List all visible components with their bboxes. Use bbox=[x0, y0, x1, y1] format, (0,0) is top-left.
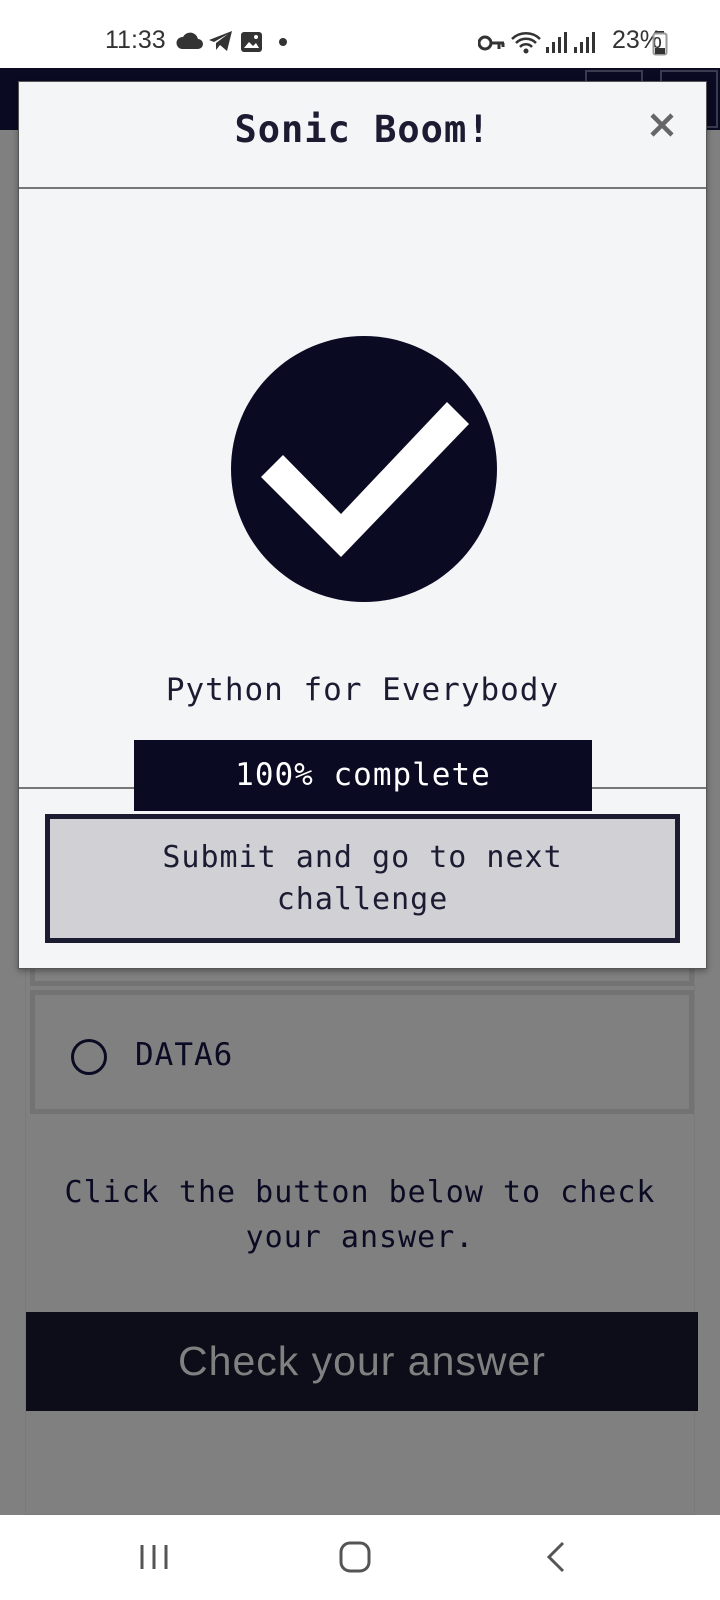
modal-title: Sonic Boom! bbox=[234, 108, 491, 151]
dot-icon bbox=[279, 38, 287, 46]
answer-option[interactable]: DATA6 bbox=[30, 990, 694, 1114]
navigation-bar bbox=[0, 1515, 720, 1600]
cloud-icon bbox=[176, 32, 203, 49]
course-name: Python for Everybody bbox=[165, 672, 560, 708]
recent-apps-icon[interactable] bbox=[133, 1535, 177, 1579]
modal-header: Sonic Boom! bbox=[19, 82, 706, 189]
instruction-text: Click the button below to check your ans… bbox=[64, 1175, 656, 1255]
progress-text: 100% complete bbox=[235, 757, 491, 793]
modal-body: Python for Everybody 100% complete bbox=[19, 189, 706, 811]
image-icon bbox=[241, 32, 262, 52]
signal-icon bbox=[546, 32, 567, 53]
home-icon[interactable] bbox=[334, 1535, 378, 1579]
vpn-key-icon bbox=[478, 35, 505, 51]
submit-next-button[interactable]: Submit and go to next challenge bbox=[45, 814, 680, 943]
wifi-icon bbox=[511, 32, 541, 54]
status-bar: 11:33 23% bbox=[0, 0, 720, 68]
status-time: 11:33 bbox=[105, 26, 166, 54]
radio-button[interactable] bbox=[71, 1039, 107, 1075]
back-icon[interactable] bbox=[535, 1535, 579, 1579]
telegram-icon bbox=[209, 31, 232, 51]
battery-icon bbox=[652, 31, 668, 56]
progress-bar: 100% complete bbox=[134, 740, 592, 811]
check-circle-icon bbox=[231, 336, 497, 602]
close-icon[interactable] bbox=[647, 110, 677, 140]
option-label: DATA6 bbox=[135, 1037, 234, 1073]
signal-icon bbox=[574, 32, 595, 53]
success-modal: Sonic Boom! Python for Everybody 100% co… bbox=[18, 81, 707, 969]
check-answer-button[interactable]: Check your answer bbox=[26, 1312, 698, 1411]
